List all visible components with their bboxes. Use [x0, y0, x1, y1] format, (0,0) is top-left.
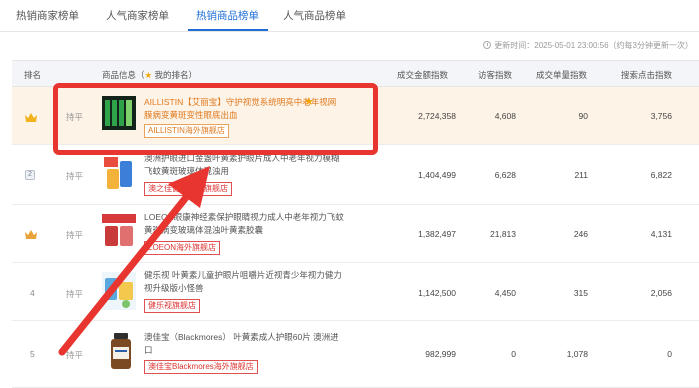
- tab-hot-merchants[interactable]: 热销商家榜单: [16, 8, 79, 23]
- update-time-text: 更新时间：2025-05-01 23:00:56（约每3分钟更新一次）: [494, 41, 693, 50]
- orders-value: 211: [574, 170, 588, 180]
- header-gmv[interactable]: 成交金额指数: [368, 69, 448, 81]
- product-image[interactable]: [108, 333, 134, 369]
- orders-value: 90: [578, 111, 588, 121]
- visitors-value: 21,813: [490, 229, 516, 239]
- trend-label: 持平: [66, 230, 84, 240]
- rank-badge-icon: 2: [25, 170, 35, 180]
- active-tab-underline: [188, 29, 268, 31]
- product-title[interactable]: 健乐视 叶黄素儿童护眼片咀嚼片近视青少年视力健力视升级版小怪兽: [144, 269, 344, 295]
- clock-icon: [483, 41, 492, 49]
- tab-hot-products[interactable]: 热销商品榜单: [196, 8, 259, 23]
- table-row[interactable]: 2 持平 澳洲护眼进口金盏叶黄素护眼片成人中老年视力模糊飞蚊黄斑玻璃体混浊用 澳…: [12, 145, 699, 205]
- search-value: 2,056: [650, 288, 672, 298]
- product-title[interactable]: LOEON眼康神经素保护眼睛视力成人中老年视力飞蚊黄斑病变玻璃体混浊叶黄素胶囊: [144, 211, 344, 237]
- product-title[interactable]: 澳佳宝（Blackmores） 叶黄素成人护眼60片 澳洲进口: [144, 331, 344, 357]
- shop-name[interactable]: AILLISTIN海外旗舰店: [144, 124, 229, 138]
- product-image[interactable]: [102, 272, 136, 310]
- header-product: 商品信息（★ 我的排名）: [102, 70, 198, 80]
- search-value: 4,131: [650, 229, 672, 239]
- table-row[interactable]: 持平 AILLISTIN【艾丽宝】守护视觉系统明亮中老年视网膜病变黄斑变性眼底出…: [12, 87, 699, 145]
- visitors-value: 4,608: [494, 111, 516, 121]
- product-image[interactable]: [102, 155, 136, 193]
- trend-label: 持平: [66, 112, 84, 122]
- product-title[interactable]: AILLISTIN【艾丽宝】守护视觉系统明亮中老年视网膜病变黄斑变性眼底出血: [144, 96, 344, 122]
- trend-label: 持平: [66, 171, 84, 181]
- table-row[interactable]: 持平 LOEON眼康神经素保护眼睛视力成人中老年视力飞蚊黄斑病变玻璃体混浊叶黄素…: [12, 205, 699, 263]
- shop-name[interactable]: 健乐视旗舰店: [144, 299, 200, 313]
- tab-popular-merchants[interactable]: 人气商家榜单: [106, 8, 169, 23]
- visitors-value: 0: [511, 349, 516, 359]
- header-rank: 排名: [24, 70, 42, 80]
- orders-value: 1,078: [566, 349, 588, 359]
- orders-value: 246: [573, 229, 588, 239]
- product-image[interactable]: [102, 96, 136, 130]
- ranking-tabs: 热销商家榜单 人气商家榜单 热销商品榜单 人气商品榜单: [0, 0, 699, 32]
- shop-name[interactable]: 澳之佳健康食品旗舰店: [144, 182, 232, 196]
- visitors-value: 6,628: [494, 170, 516, 180]
- rank-number: 4: [30, 288, 35, 298]
- crown-icon: [25, 230, 37, 239]
- product-title[interactable]: 澳洲护眼进口金盏叶黄素护眼片成人中老年视力模糊飞蚊黄斑玻璃体混浊用: [144, 152, 344, 178]
- table-header: 排名 商品信息（★ 我的排名） 成交金额指数 访客指数 成交单量指数 搜索点击指…: [12, 60, 699, 87]
- crown-icon: [25, 113, 37, 122]
- product-image[interactable]: [102, 214, 136, 250]
- table-row[interactable]: 5 持平 澳佳宝（Blackmores） 叶黄素成人护眼60片 澳洲进口 澳佳宝…: [12, 321, 699, 388]
- orders-value: 315: [573, 288, 588, 298]
- search-value: 3,756: [650, 111, 672, 121]
- search-value: 0: [667, 349, 672, 359]
- shop-name[interactable]: 澳佳宝Blackmores海外旗舰店: [144, 360, 258, 374]
- table-row[interactable]: 4 持平 健乐视 叶黄素儿童护眼片咀嚼片近视青少年视力健力视升级版小怪兽 健乐视…: [12, 263, 699, 321]
- header-visitors[interactable]: 访客指数: [462, 69, 512, 81]
- update-time: 更新时间：2025-05-01 23:00:56（约每3分钟更新一次）: [483, 40, 693, 51]
- trend-label: 持平: [66, 350, 84, 360]
- tab-popular-products[interactable]: 人气商品榜单: [283, 8, 346, 23]
- header-search[interactable]: 搜索点击指数: [602, 69, 672, 81]
- trend-label: 持平: [66, 289, 84, 299]
- visitors-value: 4,450: [494, 288, 516, 298]
- star-icon: ★: [144, 70, 153, 80]
- star-icon[interactable]: ★: [304, 95, 314, 108]
- shop-name[interactable]: LOEON海外旗舰店: [144, 241, 221, 255]
- header-orders[interactable]: 成交单量指数: [517, 69, 587, 81]
- search-value: 6,822: [650, 170, 672, 180]
- rank-number: 5: [30, 349, 35, 359]
